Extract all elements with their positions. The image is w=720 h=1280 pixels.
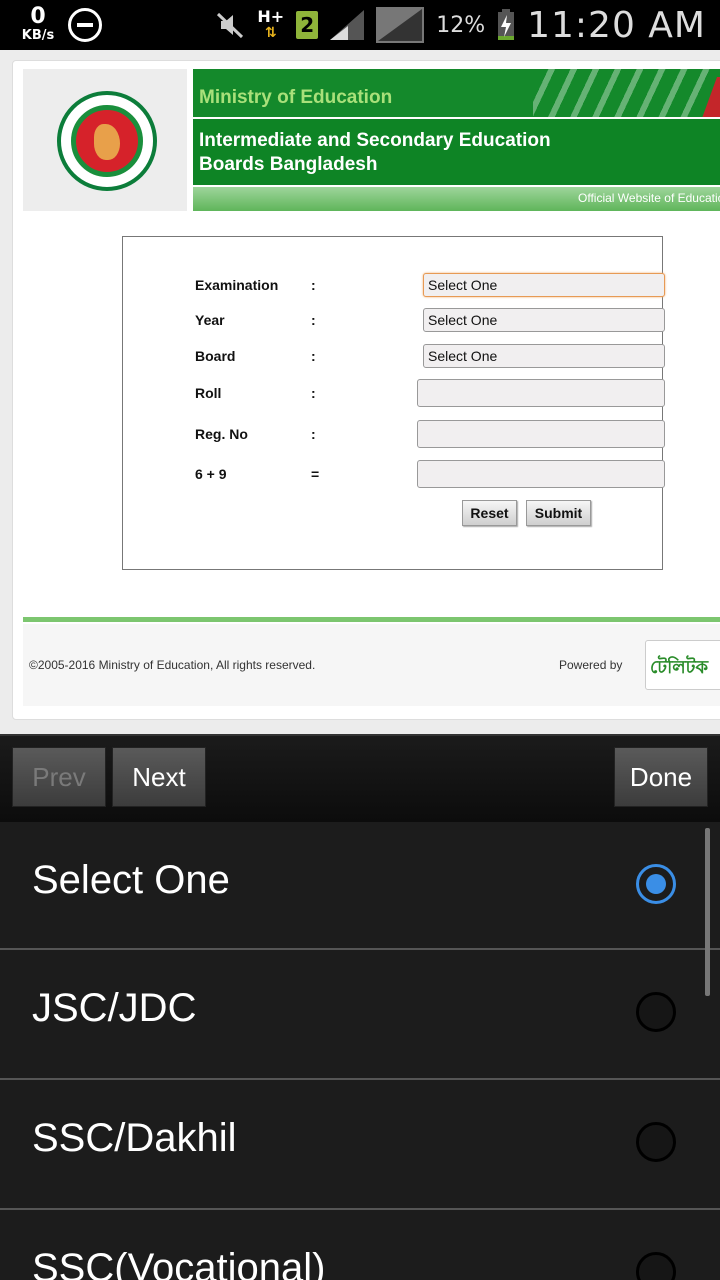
network-type-label: H+ <box>257 7 285 26</box>
header-ministry-band: Ministry of Education <box>193 69 720 117</box>
reg-no-label: Reg. No <box>195 426 248 442</box>
option-label: SSC/Dakhil <box>32 1116 237 1160</box>
captcha-question: 6 + 9 <box>195 466 227 482</box>
year-select[interactable]: Select One <box>423 308 665 332</box>
signal-icon-sim1 <box>330 10 365 40</box>
radio-unselected-icon[interactable] <box>636 992 676 1032</box>
do-not-disturb-icon <box>68 8 102 42</box>
data-speed-indicator: 0 KB/s <box>18 4 58 43</box>
teletalk-logo[interactable]: টেলিটক <box>645 640 720 690</box>
ministry-title: Ministry of Education <box>199 87 393 108</box>
result-search-form: Examination : Select One Year : Select O… <box>122 236 665 570</box>
board-title: Intermediate and Secondary Education Boa… <box>199 129 551 177</box>
web-view[interactable]: Ministry of Education Intermediate and S… <box>0 50 720 734</box>
sim-slot-icon: 2 <box>296 11 319 39</box>
separator: : <box>311 426 316 442</box>
option-label: JSC/JDC <box>32 986 197 1030</box>
header-tagline-band: Official Website of Education <box>193 187 720 211</box>
reset-button[interactable]: Reset <box>462 500 517 526</box>
battery-charging-icon <box>498 9 515 40</box>
reg-no-input[interactable] <box>417 420 665 448</box>
option-item[interactable]: SSC(Vocational) <box>0 1208 720 1280</box>
prev-button[interactable]: Prev <box>12 747 106 807</box>
examination-select[interactable]: Select One <box>423 273 665 297</box>
battery-percent: 12% <box>436 12 486 38</box>
form-navigation-bar: Prev Next Done <box>0 734 720 822</box>
board-title-line2: Boards Bangladesh <box>199 154 378 175</box>
scrollbar[interactable] <box>705 828 710 996</box>
separator: : <box>311 277 316 293</box>
year-label: Year <box>195 312 225 328</box>
government-seal-logo <box>57 91 157 191</box>
option-label: SSC(Vocational) <box>32 1246 326 1280</box>
site-footer: ©2005-2016 Ministry of Education, All ri… <box>23 624 720 706</box>
web-page: Ministry of Education Intermediate and S… <box>12 60 720 720</box>
header-board-band: Intermediate and Secondary Education Boa… <box>193 119 720 185</box>
copyright-text: ©2005-2016 Ministry of Education, All ri… <box>29 658 316 672</box>
captcha-answer-input[interactable] <box>417 460 665 488</box>
option-item[interactable]: SSC/Dakhil <box>0 1078 720 1206</box>
network-type-indicator: H+ ⇅ <box>257 7 285 42</box>
option-item[interactable]: Select One <box>0 822 720 950</box>
roll-label: Roll <box>195 385 222 401</box>
data-activity-icon: ⇅ <box>264 25 277 41</box>
data-speed-value: 0 <box>30 4 46 29</box>
logo-panel <box>23 69 189 211</box>
radio-selected-icon[interactable] <box>636 864 676 904</box>
data-speed-unit: KB/s <box>21 28 55 43</box>
roll-input[interactable] <box>417 379 665 407</box>
mute-icon <box>217 12 244 39</box>
board-label: Board <box>195 348 236 364</box>
submit-button[interactable]: Submit <box>526 500 591 526</box>
separator: : <box>311 385 316 401</box>
powered-by-text: Powered by <box>559 658 623 672</box>
radio-unselected-icon[interactable] <box>636 1122 676 1162</box>
board-select[interactable]: Select One <box>423 344 665 368</box>
status-bar: 0 KB/s H+ ⇅ 2 12% 11:20 AM <box>0 0 720 50</box>
option-label: Select One <box>32 858 230 902</box>
select-options-list[interactable]: Select One JSC/JDC SSC/Dakhil SSC(Vocati… <box>0 822 720 1280</box>
clock: 11:20 AM <box>527 4 706 46</box>
footer-divider <box>23 617 720 622</box>
separator: : <box>311 348 316 364</box>
next-button[interactable]: Next <box>112 747 206 807</box>
radio-unselected-icon[interactable] <box>636 1252 676 1280</box>
board-title-line1: Intermediate and Secondary Education <box>199 130 551 151</box>
signal-icon-sim2 <box>376 7 425 43</box>
option-item[interactable]: JSC/JDC <box>0 948 720 1076</box>
equals-sign: = <box>311 466 320 482</box>
examination-label: Examination <box>195 277 279 293</box>
status-icons: H+ ⇅ 2 12% 11:20 AM <box>215 0 706 50</box>
site-tagline: Official Website of Education <box>578 191 720 205</box>
separator: : <box>311 312 316 328</box>
done-button[interactable]: Done <box>614 747 708 807</box>
